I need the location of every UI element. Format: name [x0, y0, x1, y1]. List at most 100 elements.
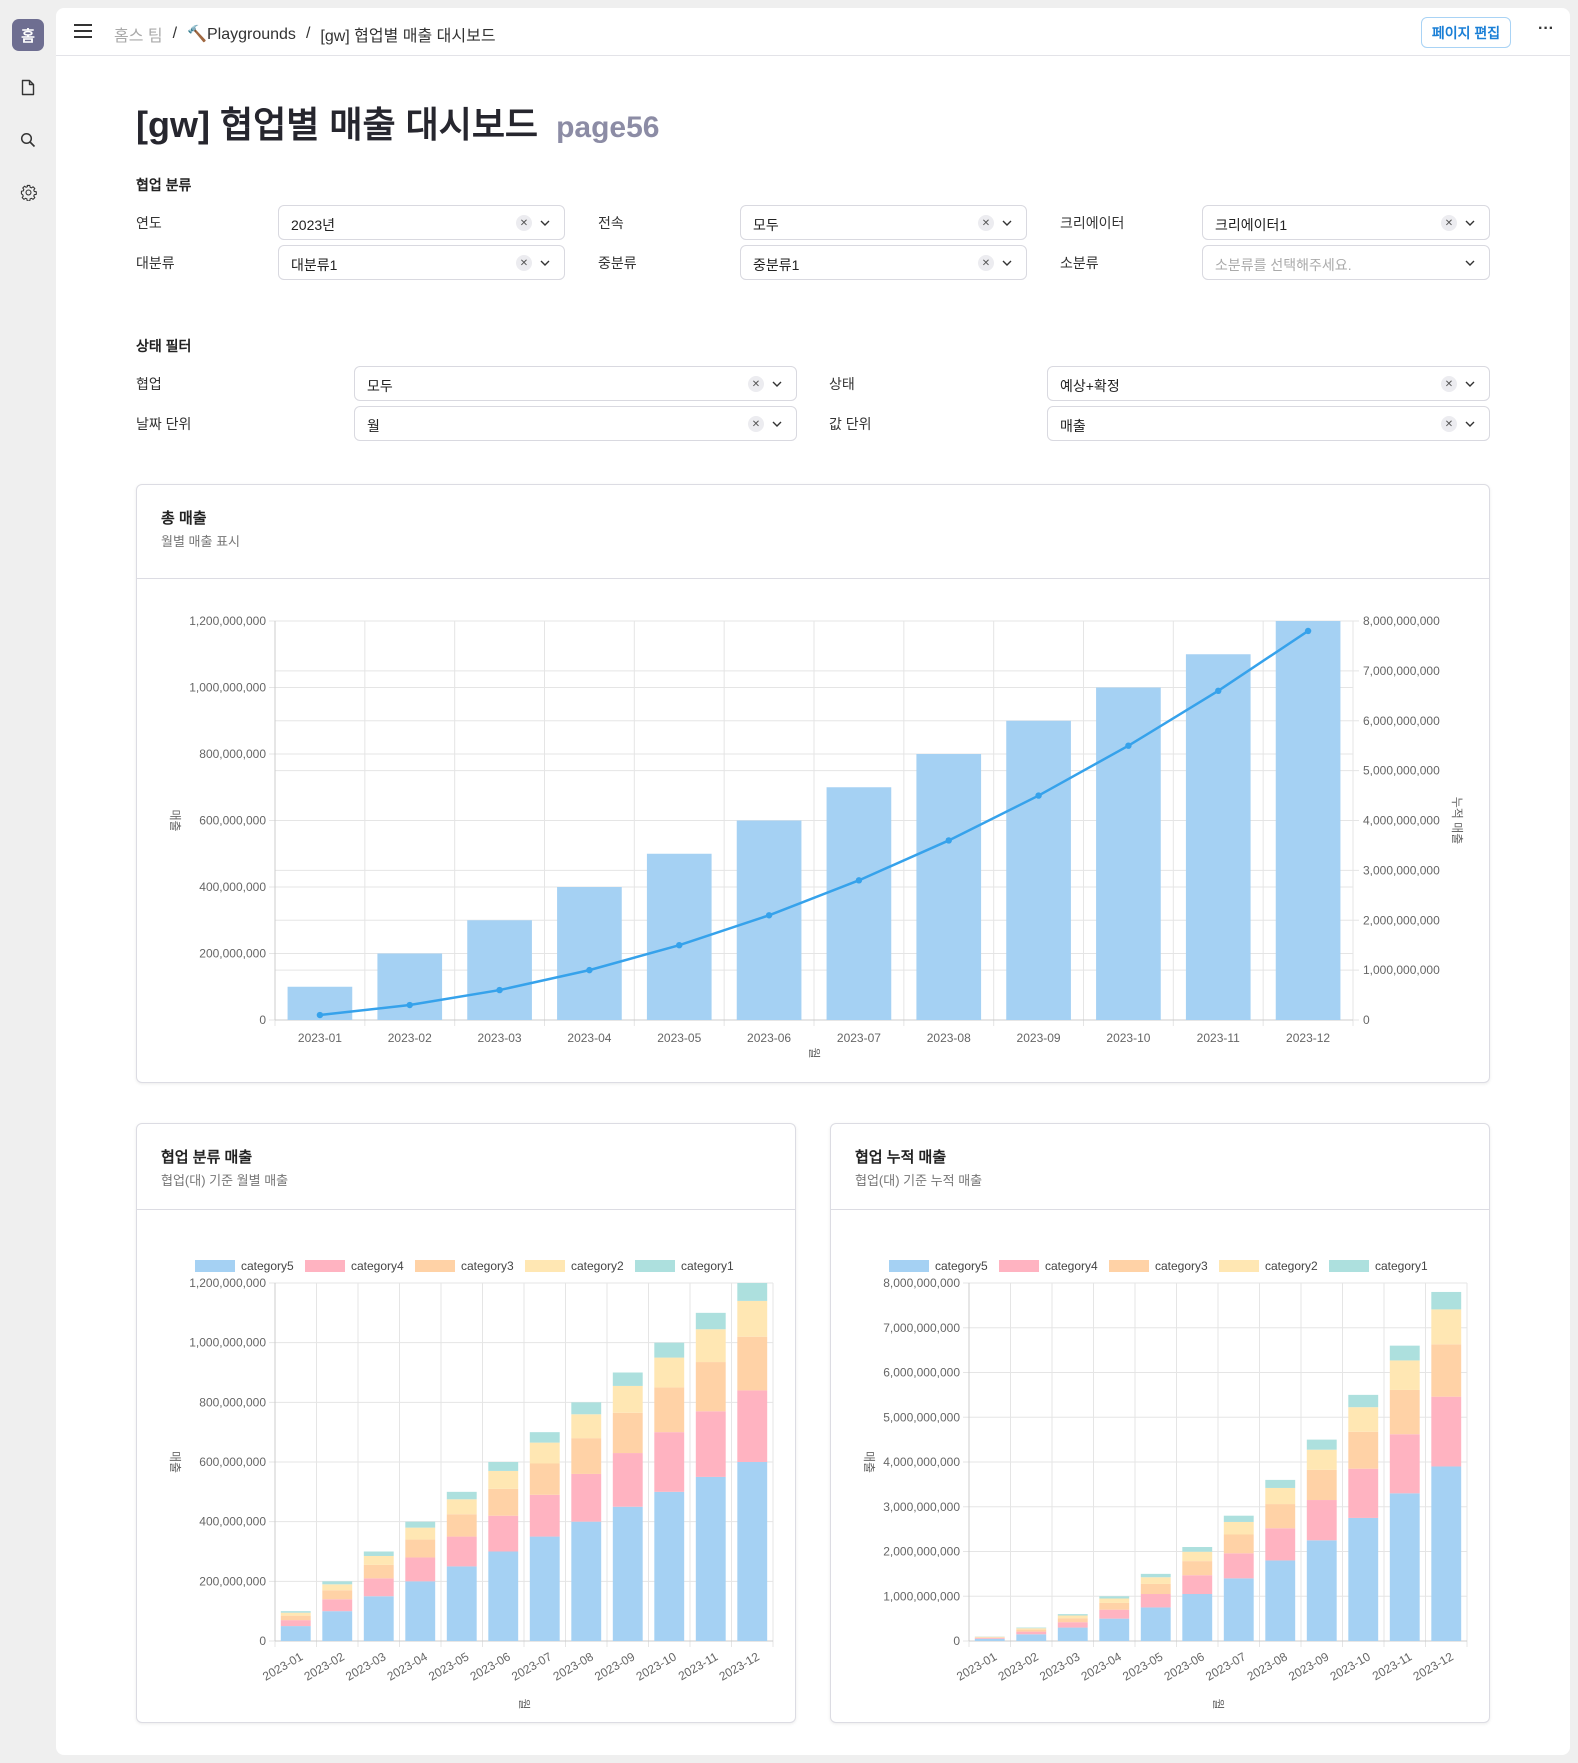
chevron-down-icon[interactable] [1464, 215, 1478, 231]
bar-category3 [1182, 1561, 1213, 1576]
y-tick-label: 800,000,000 [199, 1395, 266, 1409]
mid-category-select[interactable]: 중분류1 ✕ [740, 245, 1027, 280]
chevron-down-icon[interactable] [771, 376, 785, 392]
creator-select[interactable]: 크리에이터1 ✕ [1202, 205, 1490, 240]
clear-icon[interactable]: ✕ [516, 255, 532, 271]
chevron-down-icon[interactable] [1464, 416, 1478, 432]
y2-tick-label: 1,000,000,000 [1363, 963, 1440, 977]
bar-category4 [405, 1557, 436, 1582]
bar-category1 [1099, 1596, 1130, 1599]
major-category-select-value: 대분류1 [291, 257, 338, 273]
year-select[interactable]: 2023년 ✕ [278, 205, 565, 240]
legend-label-category3: category3 [461, 1259, 514, 1273]
breadcrumb-playgrounds[interactable]: 🔨Playgrounds [187, 24, 296, 44]
bar-category2 [1306, 1449, 1337, 1470]
chevron-down-icon[interactable] [539, 255, 553, 271]
chevron-down-icon[interactable] [539, 215, 553, 231]
main-panel: 홈스 팀 / 🔨Playgrounds / [gw] 협업별 매출 대시보드 페… [56, 8, 1570, 1755]
bar-category2 [529, 1442, 560, 1464]
bar-category5 [363, 1596, 394, 1641]
document-icon[interactable] [18, 77, 38, 97]
more-options-icon[interactable]: ··· [1534, 20, 1558, 44]
chevron-down-icon[interactable] [1464, 376, 1478, 392]
x-tick-label: 2023-08 [1245, 1649, 1290, 1683]
legend-label-category4: category4 [351, 1259, 404, 1273]
x-tick-label: 2023-02 [388, 1031, 432, 1045]
search-icon[interactable] [18, 130, 38, 150]
clear-icon[interactable]: ✕ [978, 215, 994, 231]
workspace-home-button[interactable]: 홈 [12, 19, 44, 51]
bar-category3 [1140, 1583, 1171, 1595]
bar-category2 [405, 1527, 436, 1540]
clear-icon[interactable]: ✕ [1441, 376, 1457, 392]
clear-icon[interactable]: ✕ [1441, 215, 1457, 231]
gear-icon[interactable] [18, 182, 38, 202]
bar-category2 [280, 1612, 311, 1616]
bar [1006, 720, 1071, 1020]
minor-category-select[interactable]: 소분류를 선택해주세요. [1202, 245, 1490, 280]
bar-category4 [1265, 1528, 1296, 1561]
card-subtitle: 협업(대) 기준 누적 매출 [855, 1173, 983, 1188]
bar-category1 [405, 1521, 436, 1528]
card-title: 협업 분류 매출 [161, 1149, 253, 1166]
x-tick-label: 2023-07 [1203, 1649, 1248, 1683]
y-tick-label: 3,000,000,000 [883, 1500, 960, 1514]
bar-category3 [654, 1387, 685, 1433]
value-unit-select[interactable]: 매출 ✕ [1047, 406, 1490, 441]
clear-icon[interactable]: ✕ [748, 376, 764, 392]
major-category-select[interactable]: 대분류1 ✕ [278, 245, 565, 280]
chevron-down-icon[interactable] [1001, 255, 1015, 271]
clear-icon[interactable]: ✕ [748, 416, 764, 432]
bar-category4 [363, 1578, 394, 1597]
bar-category5 [1140, 1607, 1171, 1641]
bar-category5 [1057, 1627, 1088, 1641]
chevron-down-icon[interactable] [1464, 255, 1478, 271]
breadcrumb-team[interactable]: 홈스 팀 [114, 22, 163, 46]
x-tick-label: 2023-07 [509, 1649, 554, 1683]
collab-select[interactable]: 모두 ✕ [354, 366, 797, 401]
collab-select-value: 모두 [367, 378, 393, 394]
bar-category5 [1223, 1578, 1254, 1641]
bar-category2 [695, 1329, 726, 1363]
status-select[interactable]: 예상+확정 ✕ [1047, 366, 1490, 401]
field-label-year: 연도 [136, 215, 162, 231]
total-revenue-chart: 0 200,000,000 400,000,000 600,000,000 800,00… [168, 614, 1464, 1059]
bar-category3 [695, 1362, 726, 1412]
y-tick-label: 200,000,000 [199, 947, 266, 961]
chevron-down-icon[interactable] [771, 416, 785, 432]
y-axis-title: 매출 [168, 809, 182, 831]
y2-axis-title: 누적 매출 [1450, 797, 1464, 845]
clear-icon[interactable]: ✕ [978, 255, 994, 271]
status-select-value: 예상+확정 [1060, 378, 1120, 394]
sidebar: 홈 [0, 0, 56, 1763]
bar-category2 [1265, 1487, 1296, 1505]
x-tick-label: 2023-10 [1106, 1031, 1150, 1045]
chevron-down-icon[interactable] [1001, 215, 1015, 231]
y-tick-label: 6,000,000,000 [883, 1366, 960, 1380]
y-tick-label: 600,000,000 [199, 814, 266, 828]
edit-page-button[interactable]: 페이지 편집 [1421, 17, 1511, 48]
y-tick-label: 2,000,000,000 [883, 1545, 960, 1559]
x-tick-label: 2023-12 [717, 1649, 762, 1683]
menu-toggle-icon[interactable] [74, 24, 92, 38]
bar-category3 [612, 1412, 643, 1454]
exclusive-select[interactable]: 모두 ✕ [740, 205, 1027, 240]
clear-icon[interactable]: ✕ [1441, 416, 1457, 432]
clear-icon[interactable]: ✕ [516, 215, 532, 231]
x-tick-label: 2023-10 [634, 1649, 679, 1683]
bar-category3 [1306, 1469, 1337, 1501]
bar-category3 [1265, 1504, 1296, 1529]
x-tick-label: 2023-12 [1411, 1649, 1456, 1683]
bar-category2 [1140, 1577, 1171, 1584]
page-id: page56 [556, 111, 660, 144]
date-unit-select[interactable]: 월 ✕ [354, 406, 797, 441]
legend-swatch-category4 [999, 1260, 1039, 1272]
bar [377, 953, 443, 1020]
bar-category1 [322, 1581, 353, 1585]
y-tick-label: 0 [259, 1634, 266, 1648]
bar-category5 [446, 1566, 477, 1641]
y-tick-label: 400,000,000 [199, 1515, 266, 1529]
y-tick-label: 1,000,000,000 [883, 1589, 960, 1603]
y2-tick-label: 5,000,000,000 [1363, 764, 1440, 778]
line-point [765, 912, 773, 919]
